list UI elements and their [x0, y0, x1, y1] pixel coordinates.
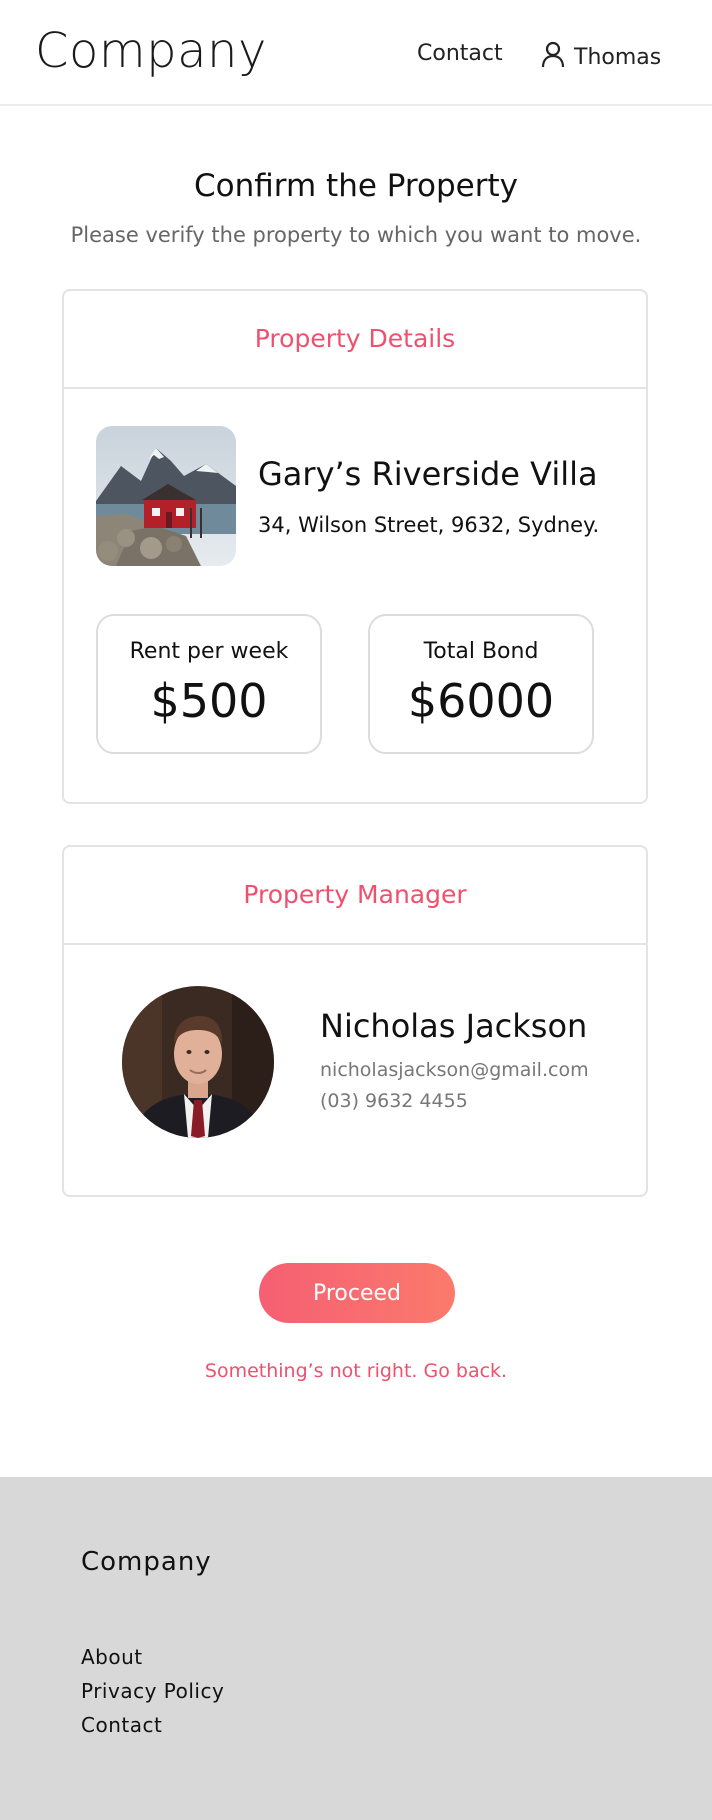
go-back-link[interactable]: Something’s not right. Go back.	[0, 1358, 712, 1384]
page-subtitle: Please verify the property to which you …	[70, 223, 642, 247]
footer-links: About Privacy Policy Contact	[81, 1640, 224, 1742]
proceed-button[interactable]: Proceed	[259, 1263, 455, 1323]
top-header: Company Contact Thomas	[0, 0, 712, 106]
avatar	[122, 986, 274, 1138]
bond-label: Total Bond	[423, 639, 539, 664]
user-icon	[540, 40, 566, 76]
property-image	[96, 426, 236, 566]
property-manager-card: Property Manager Nicholas Jackson nichol…	[62, 845, 648, 1197]
property-details-title: Property Details	[64, 291, 646, 389]
user-menu[interactable]: Thomas	[540, 40, 661, 76]
company-logo[interactable]: Company	[35, 22, 267, 80]
footer-brand: Company	[81, 1547, 212, 1577]
rent-label: Rent per week	[129, 639, 289, 664]
property-address: 34, Wilson Street, 9632, Sydney.	[258, 513, 600, 537]
bond-value: $6000	[407, 674, 555, 728]
manager-name: Nicholas Jackson	[320, 1007, 588, 1045]
footer-link-contact[interactable]: Contact	[81, 1708, 224, 1742]
page-title: Confirm the Property	[194, 168, 518, 204]
manager-phone[interactable]: (03) 9632 4455	[320, 1088, 468, 1114]
property-manager-title: Property Manager	[64, 847, 646, 945]
property-details-card: Property Details Gary’s Riverside Villa …	[62, 289, 648, 804]
footer-link-privacy-policy[interactable]: Privacy Policy	[81, 1674, 224, 1708]
user-name: Thomas	[574, 45, 662, 70]
rent-value: $500	[150, 674, 268, 728]
manager-email[interactable]: nicholasjackson@gmail.com	[320, 1057, 589, 1083]
nav-contact-link[interactable]: Contact	[417, 40, 503, 68]
property-name: Gary’s Riverside Villa	[258, 455, 598, 493]
footer: Company About Privacy Policy Contact	[0, 1477, 712, 1820]
total-bond-box: Total Bond $6000	[368, 614, 594, 754]
rent-per-week-box: Rent per week $500	[96, 614, 322, 754]
footer-link-about[interactable]: About	[81, 1640, 224, 1674]
